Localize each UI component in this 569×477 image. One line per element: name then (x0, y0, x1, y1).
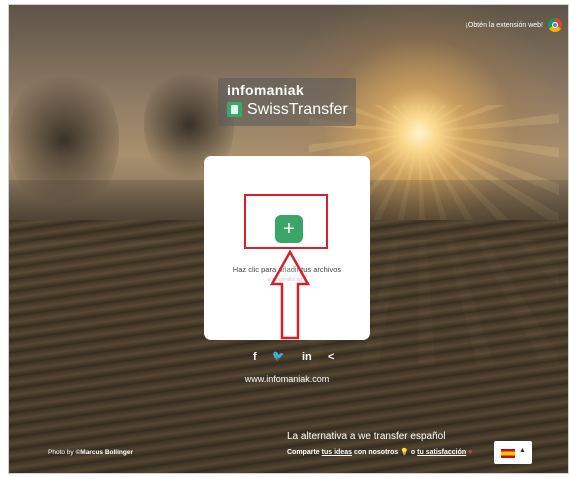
spain-flag-icon (501, 449, 515, 458)
annotation-arrow-icon (269, 250, 311, 340)
language-selector[interactable]: ▲ (494, 441, 532, 464)
website-link[interactable]: www.infomaniak.com (204, 374, 370, 384)
heart-icon: ♥ (468, 449, 473, 456)
satisfaction-link[interactable]: tu satisfacción (417, 449, 466, 456)
photo-prefix: Photo by (48, 449, 74, 456)
photographer-link[interactable]: ©Marcus Bollinger (75, 449, 133, 456)
share-icon[interactable]: < (328, 351, 334, 363)
highlight-box (244, 194, 328, 249)
tagline: La alternativa a we transfer español (287, 431, 446, 442)
or-word: o (410, 449, 416, 456)
product-name: SwissTransfer (247, 101, 348, 118)
share-middle: con nosotros (353, 449, 399, 456)
facebook-icon[interactable]: f (253, 351, 257, 363)
brand-logo: infomaniak SwissTransfer (218, 78, 356, 126)
feedback-line: Comparte tus ideas con nosotros 💡 o tu s… (287, 448, 472, 456)
ideas-link[interactable]: tus ideas (322, 449, 352, 456)
company-name: infomaniak (227, 82, 304, 98)
chrome-icon[interactable] (548, 18, 562, 32)
caret-up-icon: ▲ (519, 447, 526, 454)
lightbulb-icon: 💡 (400, 449, 409, 456)
extension-link[interactable]: ¡Obtén la extensión web! (466, 22, 543, 29)
photo-credit: Photo by ©Marcus Bollinger (48, 449, 133, 456)
swisstransfer-icon (227, 102, 242, 117)
social-links: f 🐦 in < (244, 351, 344, 367)
linkedin-icon[interactable]: in (302, 351, 312, 363)
forest (9, 65, 119, 215)
twitter-icon[interactable]: 🐦 (272, 351, 284, 362)
share-prefix: Comparte (287, 449, 320, 456)
